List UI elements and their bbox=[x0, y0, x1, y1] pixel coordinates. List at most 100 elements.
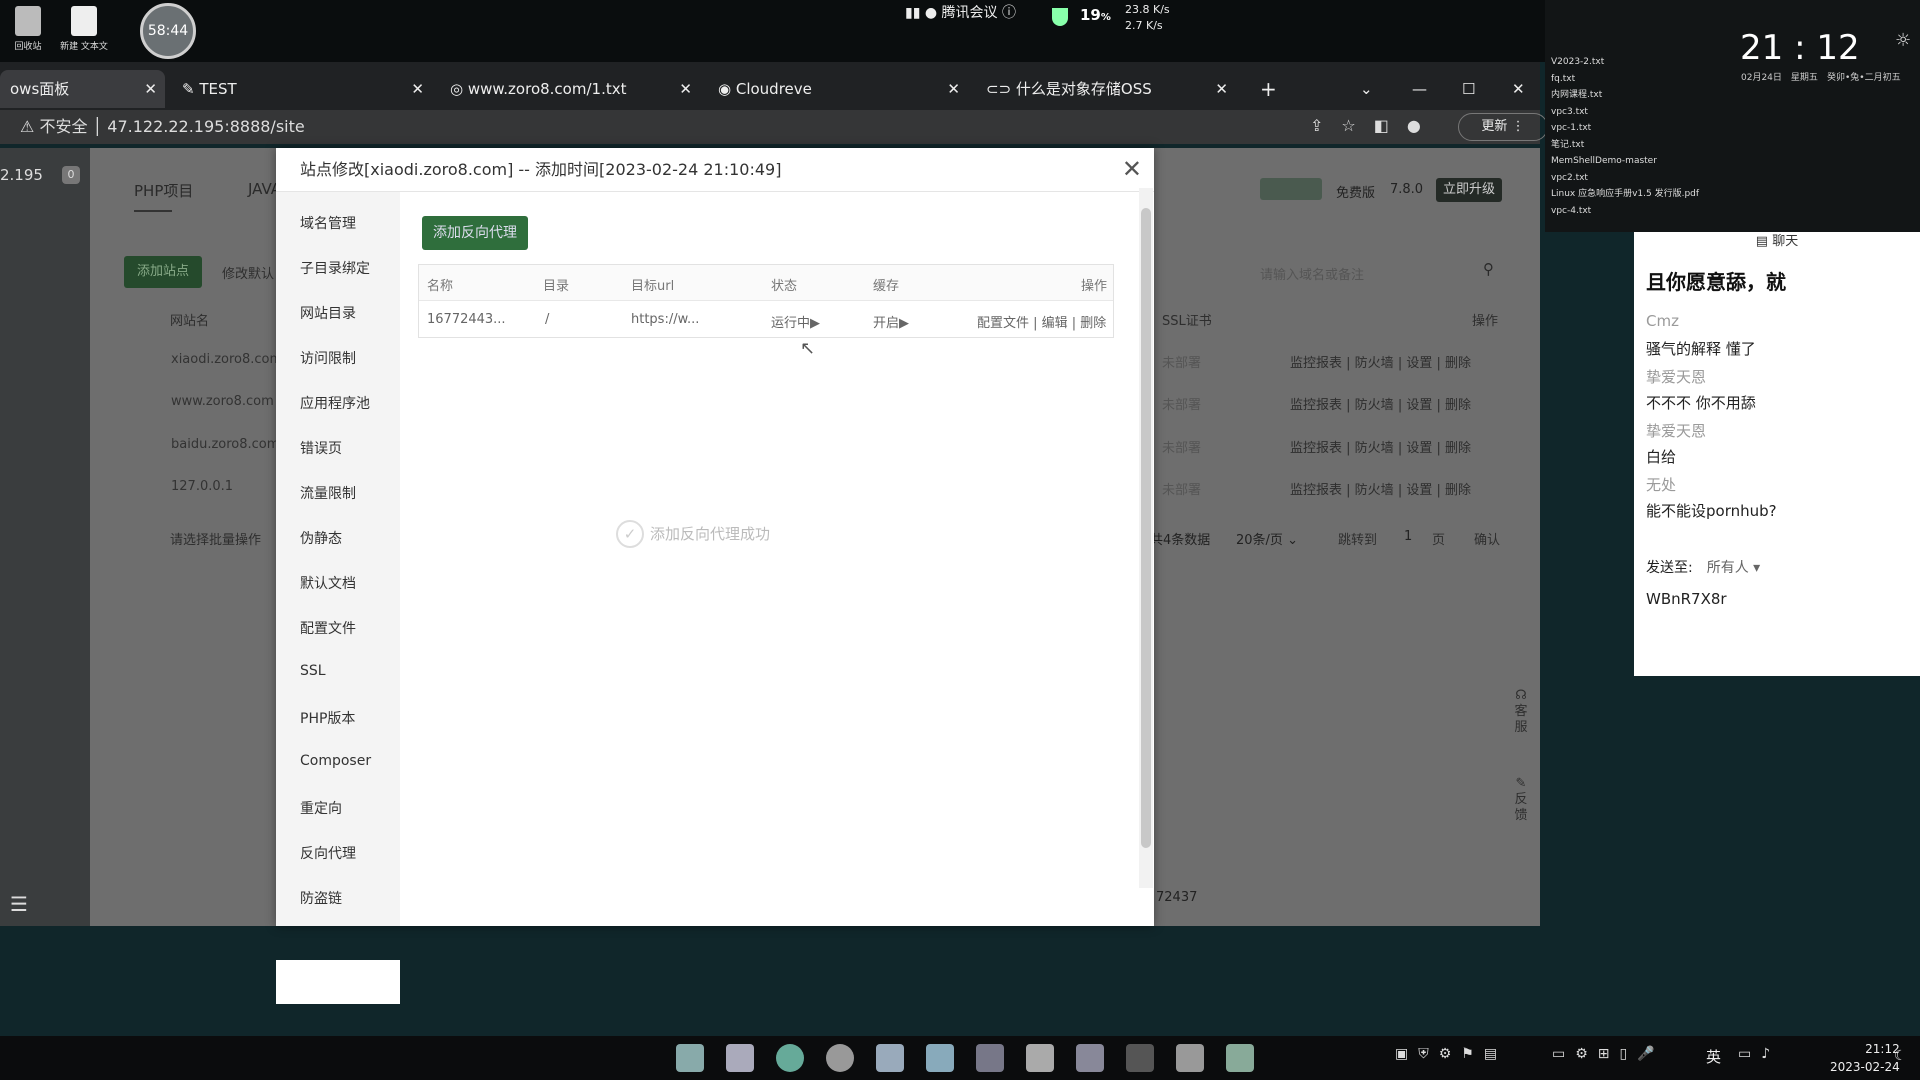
file-item[interactable]: V2023-2.txt bbox=[1551, 54, 1699, 71]
edit-default-button[interactable]: 修改默认 bbox=[222, 263, 274, 282]
tab-list-icon[interactable]: ⌄ bbox=[1350, 70, 1383, 108]
delete-link[interactable]: 删除 bbox=[1445, 483, 1471, 498]
terminal-icon[interactable] bbox=[1126, 1044, 1154, 1072]
nav-error-page[interactable]: 错误页 bbox=[300, 438, 342, 458]
file-item[interactable]: vpc-1.txt bbox=[1551, 120, 1699, 137]
edge-icon[interactable] bbox=[776, 1044, 804, 1072]
settings-link[interactable]: 设置 bbox=[1406, 356, 1432, 371]
monitor-link[interactable]: 监控报表 bbox=[1290, 356, 1342, 371]
file-list[interactable]: V2023-2.txt fq.txt 内网课程.txt vpc3.txt vpc… bbox=[1551, 54, 1699, 219]
page-input[interactable]: 1 bbox=[1404, 529, 1412, 544]
row-ops[interactable]: 监控报表 | 防火墙 | 设置 | 删除 bbox=[1290, 352, 1471, 371]
nav-domain[interactable]: 域名管理 bbox=[300, 213, 356, 233]
nav-default-doc[interactable]: 默认文档 bbox=[300, 573, 356, 593]
site-link[interactable]: www.zoro8.com bbox=[171, 394, 274, 409]
monitor-link[interactable]: 监控报表 bbox=[1290, 398, 1342, 413]
add-proxy-button[interactable]: 添加反向代理 bbox=[422, 216, 528, 250]
recycle-bin-icon[interactable]: 回收站 bbox=[2, 6, 54, 52]
new-tab-button[interactable]: + bbox=[1250, 70, 1287, 108]
nav-traffic[interactable]: 流量限制 bbox=[300, 483, 356, 503]
monitor-link[interactable]: 监控报表 bbox=[1290, 441, 1342, 456]
nav-site-dir[interactable]: 网站目录 bbox=[300, 303, 356, 323]
recipient-select[interactable]: 所有人 ▾ bbox=[1707, 560, 1760, 576]
text-document-icon[interactable]: 新建 文本文 bbox=[58, 6, 110, 52]
app-icon[interactable] bbox=[976, 1044, 1004, 1072]
support-widget[interactable]: ☊ 客服 bbox=[1513, 688, 1529, 736]
taskbar-clock[interactable]: 21:12 2023-02-24 bbox=[1830, 1040, 1900, 1076]
site-link[interactable]: 127.0.0.1 bbox=[171, 479, 233, 494]
firewall-link[interactable]: 防火墙 bbox=[1355, 398, 1394, 413]
search-input[interactable]: 请输入域名或备注 bbox=[1260, 264, 1364, 283]
search-icon[interactable]: ⚲ bbox=[1483, 260, 1494, 278]
row-ops[interactable]: 监控报表 | 防火墙 | 设置 | 删除 bbox=[1290, 479, 1471, 498]
notification-icon[interactable]: ☾ bbox=[1894, 1048, 1907, 1064]
upgrade-button[interactable]: 立即升级 bbox=[1436, 178, 1502, 202]
close-icon[interactable]: ✕ bbox=[1122, 156, 1142, 182]
system-tray-icons[interactable]: ▭⚙⊞▯🎤 bbox=[1552, 1046, 1665, 1062]
nav-reverse-proxy[interactable]: 反向代理 bbox=[300, 843, 356, 863]
scrollbar-thumb[interactable] bbox=[1141, 208, 1151, 848]
close-icon[interactable]: ✕ bbox=[411, 70, 424, 108]
tray-icons[interactable]: ▣⛨⚙⚑▤ bbox=[1395, 1046, 1507, 1062]
monitor-link[interactable]: 监控报表 bbox=[1290, 483, 1342, 498]
network-volume-icons[interactable]: ▭♪ bbox=[1738, 1046, 1780, 1062]
timer-widget[interactable]: 58:44 bbox=[140, 3, 196, 59]
nav-redirect[interactable]: 重定向 bbox=[300, 798, 342, 818]
modal-scrollbar[interactable] bbox=[1139, 188, 1153, 888]
window-close-icon[interactable]: ✕ bbox=[1502, 70, 1535, 108]
delete-link[interactable]: 删除 bbox=[1445, 356, 1471, 371]
nav-app-pool[interactable]: 应用程序池 bbox=[300, 393, 370, 413]
chrome-icon[interactable] bbox=[826, 1044, 854, 1072]
delete-link[interactable]: 删除 bbox=[1445, 398, 1471, 413]
site-link[interactable]: baidu.zoro8.com bbox=[171, 437, 279, 452]
tab-test[interactable]: ✎ TEST ✕ bbox=[172, 70, 432, 108]
app-icon[interactable] bbox=[1226, 1044, 1254, 1072]
nav-ssl[interactable]: SSL bbox=[300, 663, 326, 679]
tab-php[interactable]: PHP项目 bbox=[134, 180, 193, 201]
proxy-ops[interactable]: 配置文件 | 编辑 | 删除 bbox=[977, 312, 1106, 331]
file-item[interactable]: 笔记.txt bbox=[1551, 137, 1699, 154]
app-icon[interactable] bbox=[1076, 1044, 1104, 1072]
photos-icon[interactable] bbox=[926, 1044, 954, 1072]
file-item[interactable]: vpc2.txt bbox=[1551, 170, 1699, 187]
firewall-link[interactable]: 防火墙 bbox=[1355, 441, 1394, 456]
settings-link[interactable]: 设置 bbox=[1406, 483, 1432, 498]
tab-panel[interactable]: ows面板 ✕ bbox=[0, 70, 165, 108]
minimize-icon[interactable]: — bbox=[1402, 70, 1437, 108]
delete-link[interactable]: 删除 bbox=[1445, 441, 1471, 456]
app-icon[interactable] bbox=[1176, 1044, 1204, 1072]
confirm-button[interactable]: 确认 bbox=[1474, 529, 1500, 548]
row-ops[interactable]: 监控报表 | 防火墙 | 设置 | 删除 bbox=[1290, 394, 1471, 413]
settings-link[interactable]: 设置 bbox=[1406, 441, 1432, 456]
nav-composer[interactable]: Composer bbox=[300, 753, 371, 769]
file-item[interactable]: Linux 应急响应手册v1.5 发行版.pdf bbox=[1551, 186, 1699, 203]
firewall-link[interactable]: 防火墙 bbox=[1355, 356, 1394, 371]
menu-icon[interactable]: ☰ bbox=[10, 892, 28, 916]
app-icon[interactable] bbox=[1026, 1044, 1054, 1072]
close-icon[interactable]: ✕ bbox=[947, 70, 960, 108]
nav-hotlink[interactable]: 防盗链 bbox=[300, 888, 342, 908]
close-icon[interactable]: ✕ bbox=[144, 70, 157, 108]
col-ssl-header[interactable]: SSL证书 bbox=[1162, 310, 1212, 329]
meeting-indicator[interactable]: ▮▮ ● 腾讯会议 ⓘ bbox=[905, 2, 1016, 22]
add-site-button[interactable]: 添加站点 bbox=[124, 256, 202, 288]
nav-rewrite[interactable]: 伪静态 bbox=[300, 528, 342, 548]
url-field[interactable]: ⚠ 不安全 │ 47.122.22.195:8888/site bbox=[20, 115, 305, 139]
close-icon[interactable]: ✕ bbox=[679, 70, 692, 108]
tab-cloudreve[interactable]: ◉ Cloudreve ✕ bbox=[708, 70, 968, 108]
ime-indicator[interactable]: 英 bbox=[1706, 1046, 1721, 1067]
app-icon[interactable] bbox=[876, 1044, 904, 1072]
close-icon[interactable]: ✕ bbox=[1215, 70, 1228, 108]
chat-input[interactable]: WBnR7X8r bbox=[1646, 590, 1727, 608]
row-ops[interactable]: 监控报表 | 防火墙 | 设置 | 删除 bbox=[1290, 437, 1471, 456]
start-icon[interactable] bbox=[676, 1044, 704, 1072]
feedback-widget[interactable]: ✎ 反馈 bbox=[1513, 776, 1529, 824]
update-button[interactable]: 更新 ⋮ bbox=[1458, 113, 1548, 141]
file-item[interactable]: 内网课程.txt bbox=[1551, 87, 1699, 104]
proxy-status-toggle[interactable]: 运行中▶ bbox=[771, 312, 820, 331]
file-item[interactable]: fq.txt bbox=[1551, 71, 1699, 88]
tab-zoro8[interactable]: ◎ www.zoro8.com/1.txt ✕ bbox=[440, 70, 700, 108]
per-page-select[interactable]: 20条/页 ⌄ bbox=[1236, 529, 1298, 548]
file-item[interactable]: MemShellDemo-master bbox=[1551, 153, 1699, 170]
nav-config[interactable]: 配置文件 bbox=[300, 618, 356, 638]
